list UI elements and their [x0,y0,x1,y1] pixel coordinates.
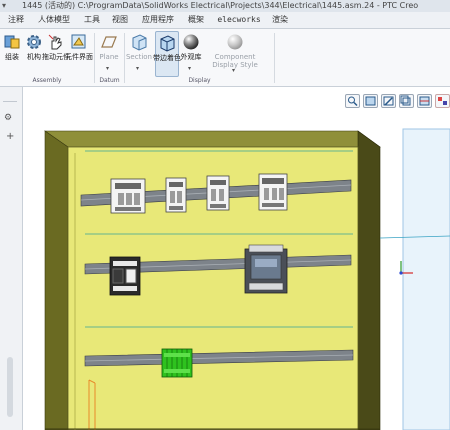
tab-tools[interactable]: 工具 [80,13,104,27]
cabinet-door-panel [402,128,450,430]
appearance-sphere-icon [182,33,200,51]
datum-group-label: Datum [99,77,120,84]
display-style-sphere-icon [226,33,244,51]
contactor-km4[interactable] [258,173,288,211]
cabinet-right-wall [357,130,381,430]
relay-dark-module[interactable] [109,256,141,296]
display-style-dropdown-icon[interactable]: ▾ [232,67,235,74]
section-dropdown-icon[interactable]: ▾ [136,65,139,72]
contactor-km3[interactable] [206,175,230,211]
tab-render[interactable]: 渲染 [268,13,292,27]
model-tree-panel[interactable]: ⚙ + [0,87,23,430]
tab-manikin[interactable]: 人体模型 [32,13,76,27]
tab-elecworks[interactable]: elecworks [212,13,266,27]
cabinet-left-wall [44,130,69,430]
panel-divider [3,101,17,102]
tab-view[interactable]: 视图 [108,13,132,27]
group-divider [274,33,275,83]
graphics-viewport[interactable] [23,87,450,430]
tab-applications[interactable]: 应用程序 [136,13,180,27]
add-icon[interactable]: + [6,131,14,142]
plane-dropdown-icon[interactable]: ▾ [106,65,109,72]
assemble-icon [3,33,21,51]
component-interface-button[interactable]: 元件界面 [65,31,93,75]
appearance-library-label: 外观库 [180,53,202,61]
appearance-dropdown-icon[interactable]: ▾ [188,65,191,72]
cabinet-top-face [44,130,381,148]
display-group-label: Display [188,77,211,84]
assembly-group-label: Assembly [32,77,62,84]
section-label: Section [125,53,152,61]
component-interface-label: 元件界面 [65,53,93,61]
terminal-block-green[interactable] [161,348,193,378]
cabinet-3d-model[interactable] [23,87,450,430]
circuit-breaker-module[interactable] [244,244,288,294]
section-icon [130,33,148,51]
plane-label: Plane [99,53,119,61]
tab-framework[interactable]: 概架 [184,13,208,27]
hand-drag-icon [47,33,65,51]
component-interface-icon [70,33,88,51]
shaded-cube-icon [158,34,176,52]
contactor-km1[interactable] [110,178,146,214]
quick-access-icon[interactable]: ▾ [2,0,12,12]
contactor-km2[interactable] [165,177,187,213]
tab-annotate[interactable]: 注释 [4,13,28,27]
panel-scrollbar[interactable] [7,357,13,417]
gear-icon [25,33,43,51]
settings-icon[interactable]: ⚙ [4,113,12,123]
window-title: 1445 (活动的) C:\ProgramData\SolidWorks Ele… [22,1,419,10]
plane-icon [100,33,118,51]
ribbon-tab-bar: 注释 人体模型 工具 视图 应用程序 概架 elecworks 渲染 [0,12,450,29]
ribbon: 组装 机构 拖动元件 元件界面 Plane ▾ Section ▾ 带边着色 外… [0,29,450,87]
